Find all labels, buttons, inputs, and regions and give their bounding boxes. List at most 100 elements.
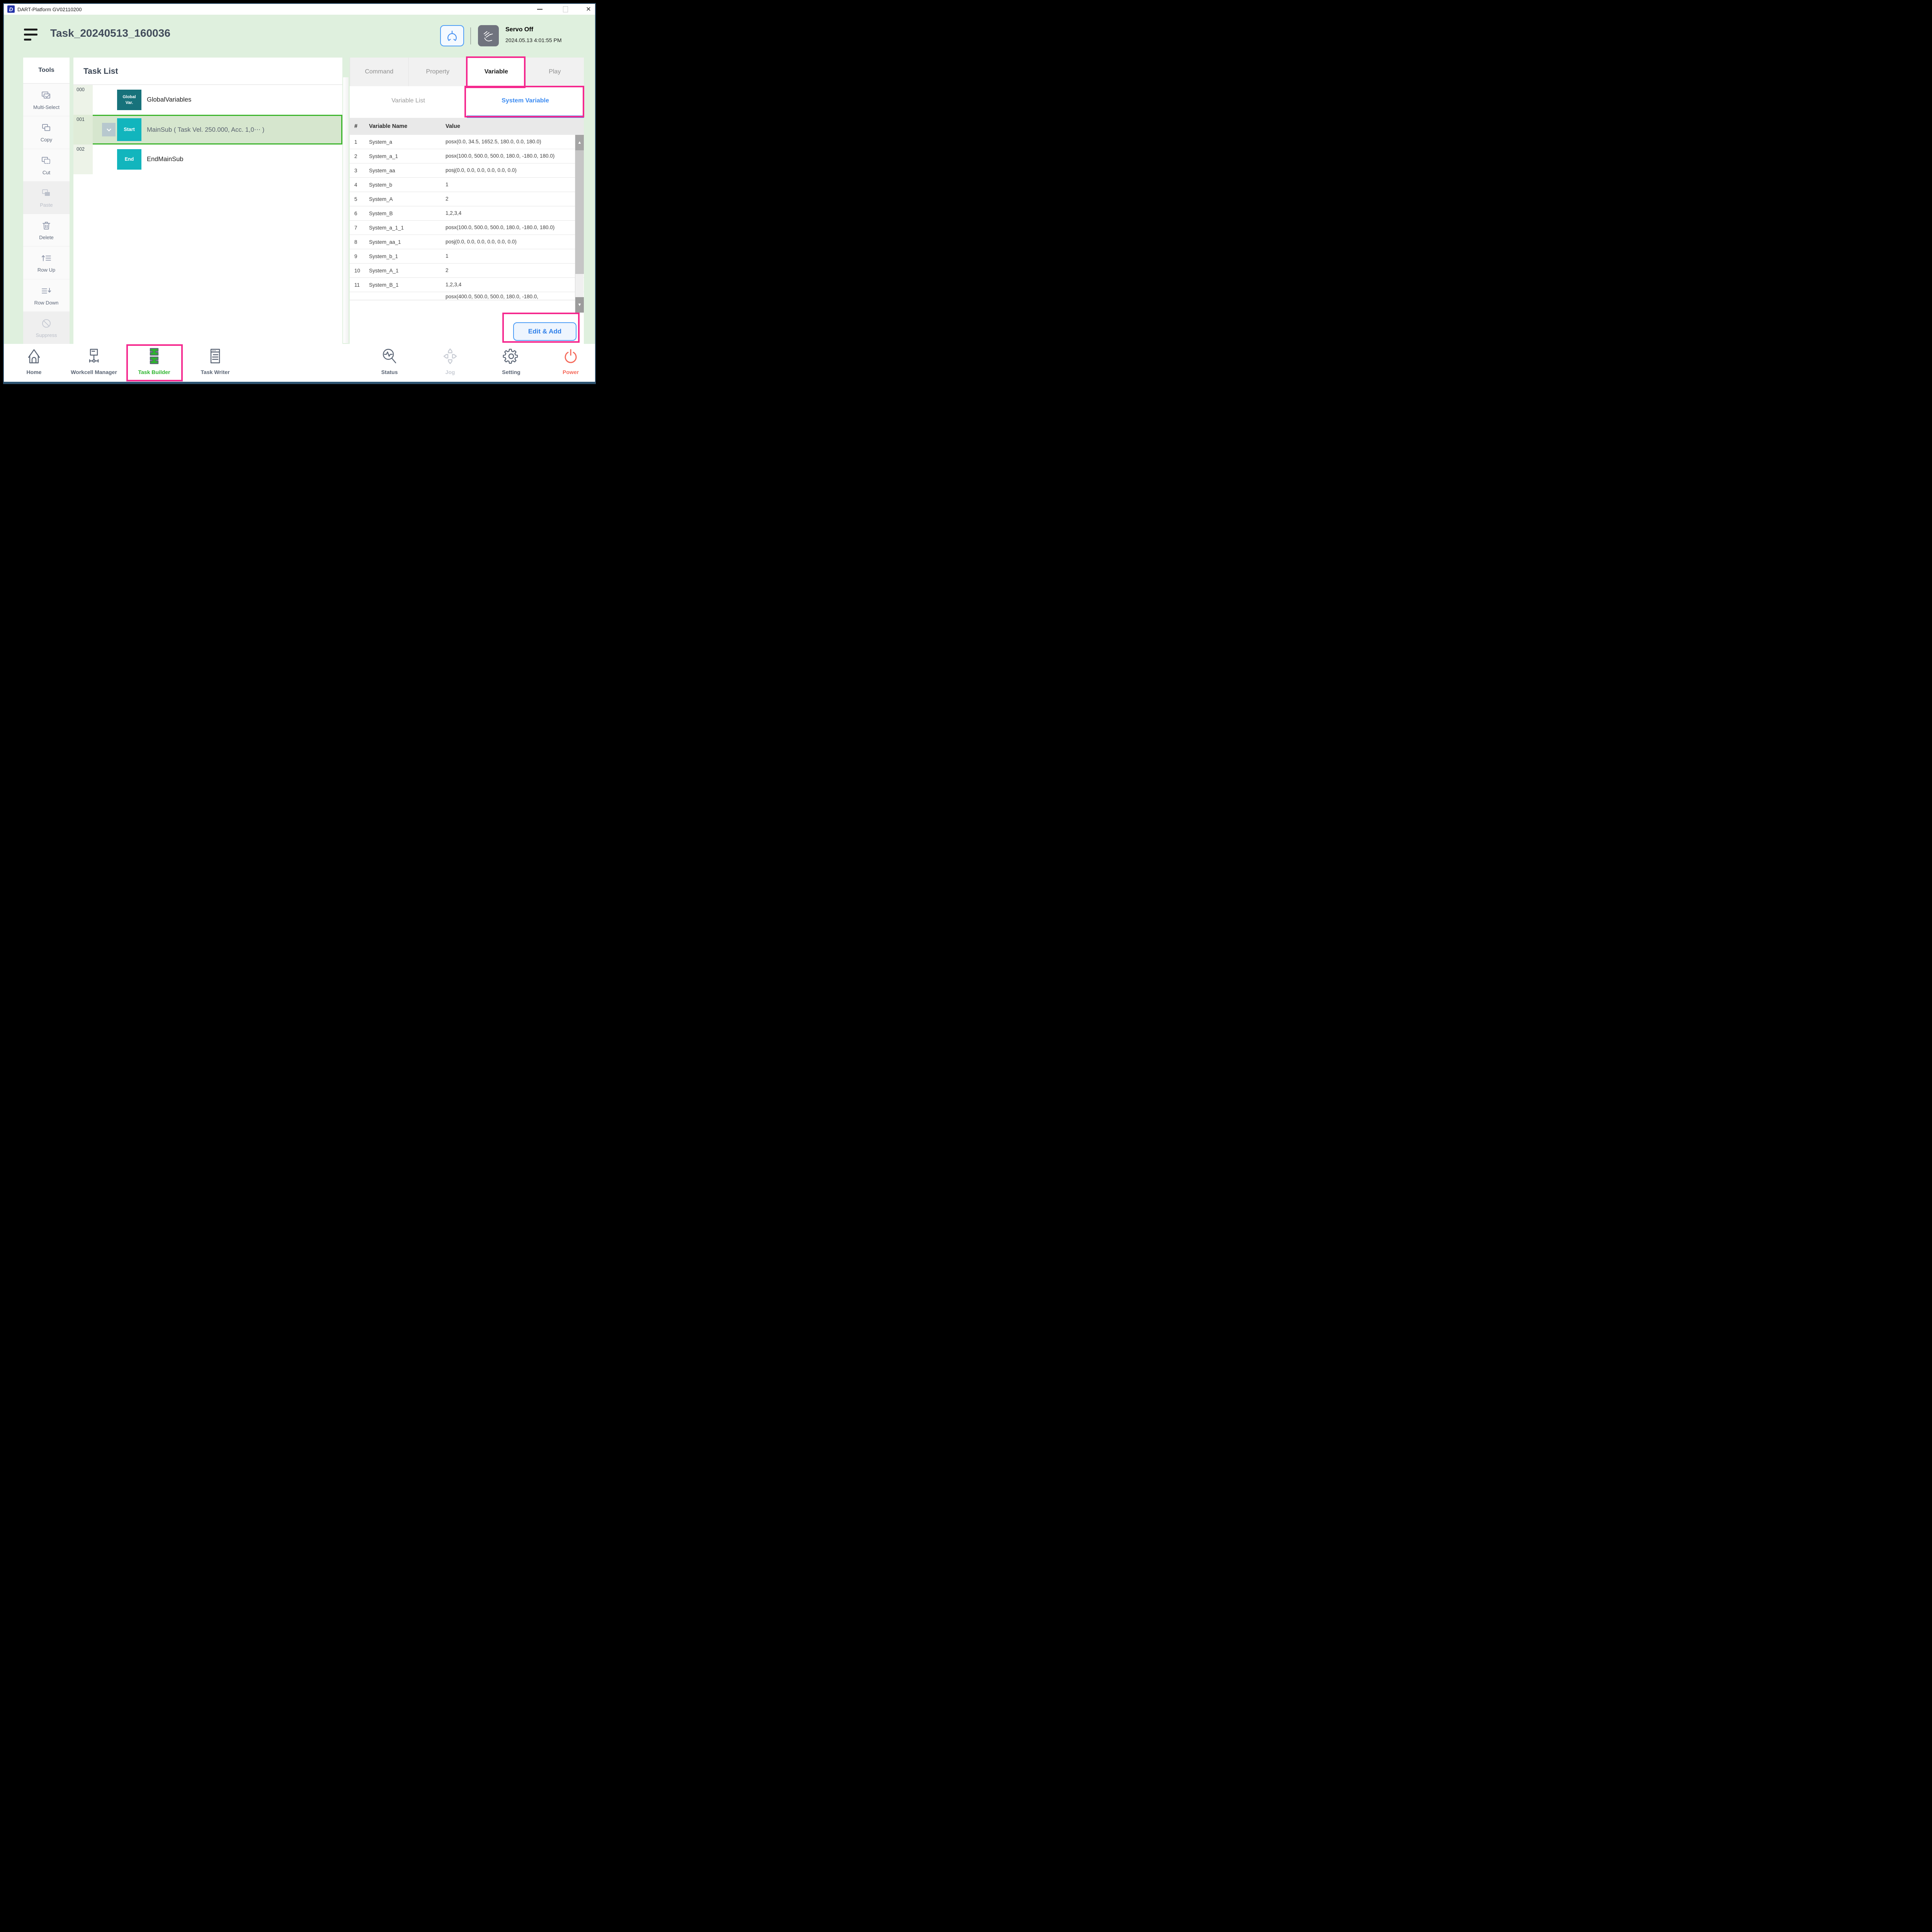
screenshot-frame: D DART-Platform GV02110200 ✕ Task_202405…	[0, 0, 600, 389]
app-window: D DART-Platform GV02110200 ✕ Task_202405…	[3, 3, 596, 384]
task-row[interactable]: 000 Global Var. GlobalVariables	[73, 85, 342, 115]
cell-num: 1	[350, 139, 369, 145]
tool-item-label: Row Up	[37, 267, 55, 273]
tool-item[interactable]: Row Down	[23, 279, 70, 311]
tools-panel-title: Tools	[23, 58, 70, 83]
cell-value: posj(0.0, 0.0, 0.0, 0.0, 0.0, 0.0)	[446, 165, 584, 176]
right-tab-bar: Command Property Variable Play	[350, 58, 584, 86]
cell-num: 6	[350, 211, 369, 216]
col-header-value: Value	[446, 121, 584, 132]
table-row[interactable]: 5 System_A 2	[350, 192, 584, 206]
tool-item-label: Paste	[40, 202, 53, 208]
table-row[interactable]: 9 System_b_1 1	[350, 249, 584, 264]
task-list-panel: Task List 000 Global Var. GlobalVariable…	[73, 58, 342, 344]
task-row-badge: Global Var.	[117, 90, 141, 110]
table-row[interactable]: 11 System_B_1 1,2,3,4	[350, 278, 584, 292]
cell-name: System_a	[369, 139, 446, 145]
table-row[interactable]: posx(400.0, 500.0, 500.0, 180.0, -180.0,	[350, 292, 584, 300]
cell-name: System_b_1	[369, 253, 446, 259]
cell-name: System_b	[369, 182, 446, 188]
task-row-badge: Start	[117, 118, 141, 141]
tab[interactable]: Command	[350, 58, 408, 86]
cell-value: posx(0.0, 34.5, 1652.5, 180.0, 0.0, 180.…	[446, 136, 584, 148]
scroll-up-button[interactable]: ▲	[575, 135, 584, 150]
tool-item-label: Delete	[39, 235, 54, 240]
scroll-down-button[interactable]: ▼	[575, 297, 584, 313]
tool-item[interactable]: Cut	[23, 149, 70, 181]
table-row[interactable]: 6 System_B 1,2,3,4	[350, 206, 584, 221]
nav-item-label: Power	[538, 369, 600, 375]
table-row[interactable]: 1 System_a posx(0.0, 34.5, 1652.5, 180.0…	[350, 135, 584, 149]
cell-num: 5	[350, 196, 369, 202]
task-row[interactable]: 002 End EndMainSub	[73, 145, 342, 174]
tab[interactable]: Property	[408, 58, 467, 86]
table-row[interactable]: 7 System_a_1_1 posx(100.0, 500.0, 500.0,…	[350, 221, 584, 235]
nav-item[interactable]: Home	[1, 347, 67, 375]
edit-add-button[interactable]: Edit & Add	[513, 322, 577, 341]
maximize-button[interactable]	[560, 4, 571, 15]
cell-num: 3	[350, 168, 369, 173]
minimize-button[interactable]	[534, 4, 546, 15]
tool-item[interactable]: Suppress	[23, 311, 70, 344]
manual-hand-icon[interactable]	[478, 25, 499, 46]
tab[interactable]: Variable	[467, 58, 526, 86]
tool-item[interactable]: Copy	[23, 116, 70, 148]
table-row[interactable]: 2 System_a_1 posx(100.0, 500.0, 500.0, 1…	[350, 149, 584, 163]
tool-item-label: Multi-Select	[33, 104, 60, 110]
cell-name: System_aa_1	[369, 239, 446, 245]
cell-name: System_A_1	[369, 268, 446, 274]
table-row[interactable]: 8 System_aa_1 posj(0.0, 0.0, 0.0, 0.0, 0…	[350, 235, 584, 249]
nav-item-label: Home	[1, 369, 67, 375]
nav-item[interactable]: Workcell Manager	[61, 347, 127, 375]
nav-item[interactable]: Setting	[478, 347, 544, 375]
table-row[interactable]: 10 System_A_1 2	[350, 264, 584, 278]
subtab[interactable]: Variable List	[350, 86, 467, 116]
tool-item[interactable]: Row Up	[23, 246, 70, 279]
subtab[interactable]: System Variable	[467, 86, 584, 116]
title-bar: D DART-Platform GV02110200 ✕	[4, 4, 595, 15]
cell-name: System_B	[369, 211, 446, 216]
table-row[interactable]: 3 System_aa posj(0.0, 0.0, 0.0, 0.0, 0.0…	[350, 163, 584, 178]
scrollbar-thumb[interactable]	[575, 150, 584, 274]
cell-name: System_A	[369, 196, 446, 202]
servo-timestamp: 2024.05.13 4:01:55 PM	[505, 37, 562, 43]
task-row[interactable]: 001 Start MainSub ( Task Vel. 250.000, A…	[73, 115, 342, 145]
nav-item-label: Task Writer	[182, 369, 248, 375]
tools-panel: Tools Multi-Select Copy Cut	[23, 58, 70, 344]
nav-item[interactable]: Task Builder	[121, 347, 187, 375]
nav-item-label: Workcell Manager	[61, 369, 127, 375]
nav-item[interactable]: Task Writer	[182, 347, 248, 375]
tool-item[interactable]: Multi-Select	[23, 83, 70, 116]
cell-num: 2	[350, 153, 369, 159]
nav-item-label: Jog	[417, 369, 483, 375]
tool-item[interactable]: Delete	[23, 214, 70, 246]
cell-value: posj(0.0, 0.0, 0.0, 0.0, 0.0, 0.0)	[446, 236, 584, 248]
cell-value: 2	[446, 194, 584, 205]
header-divider	[470, 27, 471, 44]
servo-status: Servo Off	[505, 26, 533, 33]
variable-subtab-bar: Variable List System Variable	[350, 86, 584, 116]
chevron-down-icon[interactable]	[102, 123, 116, 136]
nav-item[interactable]: Status	[357, 347, 422, 375]
robot-gripper-button[interactable]	[440, 25, 464, 46]
task-list-title: Task List	[73, 58, 342, 85]
cell-value: posx(100.0, 500.0, 500.0, 180.0, -180.0,…	[446, 222, 584, 233]
table-scrollbar[interactable]: ▲ ▼	[575, 135, 583, 313]
cell-value: 1,2,3,4	[446, 208, 584, 219]
close-button[interactable]: ✕	[583, 4, 594, 15]
app-title: DART-Platform GV02110200	[17, 7, 82, 12]
tool-item[interactable]: Paste	[23, 181, 70, 214]
task-row-number: 002	[73, 145, 93, 174]
task-row-number: 001	[73, 115, 93, 145]
nav-item[interactable]: Jog	[417, 347, 483, 375]
menu-icon[interactable]	[24, 29, 38, 45]
task-row-label: EndMainSub	[147, 145, 183, 174]
nav-item[interactable]: Power	[538, 347, 600, 375]
table-row[interactable]: 4 System_b 1	[350, 178, 584, 192]
tool-item-label: Row Down	[34, 300, 59, 306]
task-list-scrollbar[interactable]	[343, 77, 349, 343]
task-row-label: GlobalVariables	[147, 85, 191, 115]
cell-name: System_a_1_1	[369, 225, 446, 231]
tab[interactable]: Play	[526, 58, 584, 86]
task-row-badge: End	[117, 149, 141, 170]
